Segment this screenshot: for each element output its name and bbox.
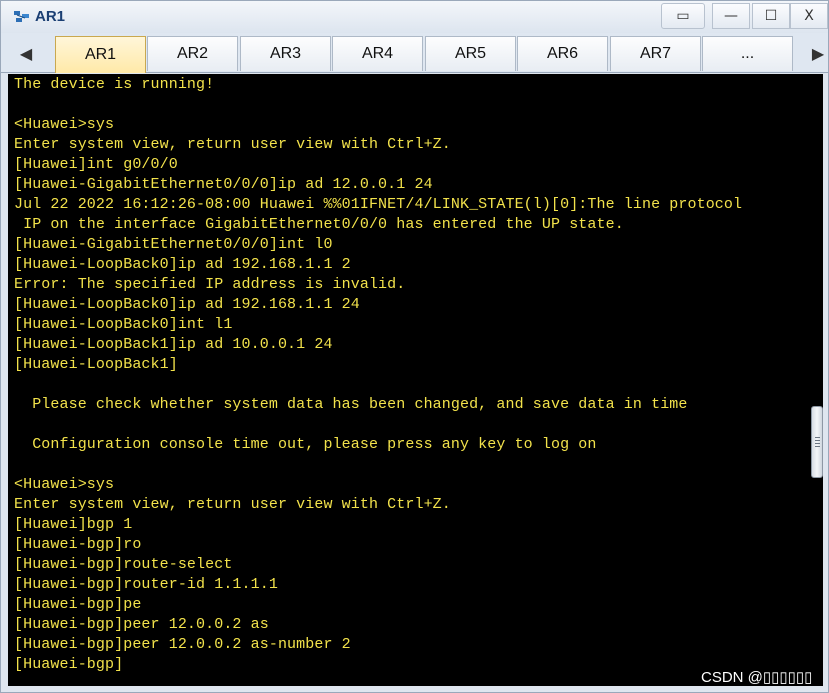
terminal-line: Configuration console time out, please p… — [14, 436, 597, 453]
terminal-line: [Huawei-bgp]route-select — [14, 556, 233, 573]
terminal-line: [Huawei-bgp]peer 12.0.0.2 as-number 2 — [14, 636, 351, 653]
terminal-line: [Huawei-bgp]router-id 1.1.1.1 — [14, 576, 278, 593]
terminal-line: [Huawei-bgp]ro — [14, 536, 142, 553]
terminal-line: Jul 22 2022 16:12:26-08:00 Huawei %%01IF… — [14, 196, 743, 213]
router-app-icon — [14, 11, 29, 22]
terminal-line: [Huawei-LoopBack0]ip ad 192.168.1.1 24 — [14, 296, 360, 313]
terminal-line: [Huawei-bgp]peer 12.0.0.2 as — [14, 616, 269, 633]
terminal-line: [Huawei]int g0/0/0 — [14, 156, 178, 173]
minimize-button[interactable]: — — [712, 3, 750, 29]
window-title: AR1 — [35, 8, 66, 25]
terminal-line: Enter system view, return user view with… — [14, 136, 451, 153]
terminal-line: [Huawei-GigabitEthernet0/0/0]int l0 — [14, 236, 333, 253]
tab-scroll-left-icon[interactable]: ◀ — [13, 36, 39, 70]
terminal-line: Error: The specified IP address is inval… — [14, 276, 406, 293]
terminal-line: [Huawei-bgp]pe — [14, 596, 142, 613]
terminal-line: <Huawei>sys — [14, 116, 115, 133]
terminal-line: Please check whether system data has bee… — [14, 396, 688, 413]
terminal-line: <Huawei>sys — [14, 476, 115, 493]
terminal-line: [Huawei-bgp] — [14, 656, 124, 673]
console-terminal[interactable]: The device is running! <Huawei>sys Enter s… — [8, 74, 823, 686]
tab-ar6[interactable]: AR6 — [517, 36, 608, 71]
terminal-line: [Huawei]bgp 1 — [14, 516, 133, 533]
terminal-scrollbar-thumb[interactable] — [811, 406, 823, 478]
terminal-line: [Huawei-LoopBack1]ip ad 10.0.0.1 24 — [14, 336, 333, 353]
terminal-line: IP on the interface GigabitEthernet0/0/0… — [14, 216, 624, 233]
terminal-line: [Huawei-GigabitEthernet0/0/0]ip ad 12.0.… — [14, 176, 433, 193]
watermark: CSDN @▯▯▯▯▯▯ — [701, 669, 813, 686]
tab-scroll-right-icon[interactable]: ▶ — [805, 36, 829, 70]
tab-ar5[interactable]: AR5 — [425, 36, 516, 71]
terminal-window: AR1 ▭ — ☐ X ◀ AR1 AR2 AR3 AR4 AR5 AR6 AR7... ▶… — [0, 0, 829, 693]
terminal-line: The device is running! — [14, 76, 215, 93]
tab-ar2[interactable]: AR2 — [147, 36, 238, 71]
restore-layout-button[interactable]: ▭ — [661, 3, 705, 29]
terminal-line: [Huawei-LoopBack0]int l1 — [14, 316, 233, 333]
title-bar[interactable]: AR1 ▭ — ☐ X — [1, 1, 828, 33]
tab-strip: ◀ AR1 AR2 AR3 AR4 AR5 AR6 AR7... ▶ — [1, 33, 828, 73]
tab-ar4[interactable]: AR4 — [332, 36, 423, 71]
terminal-line: [Huawei-LoopBack0]ip ad 192.168.1.1 2 — [14, 256, 351, 273]
tab-ar1[interactable]: AR1 — [55, 36, 146, 73]
tab-ar3[interactable]: AR3 — [240, 36, 331, 71]
terminal-line: Enter system view, return user view with… — [14, 496, 451, 513]
tab-ar7[interactable]: AR7 — [610, 36, 701, 71]
terminal-line: [Huawei-LoopBack1] — [14, 356, 178, 373]
close-button[interactable]: X — [790, 3, 828, 29]
tab-more[interactable]: ... — [702, 36, 793, 71]
maximize-button[interactable]: ☐ — [752, 3, 790, 29]
